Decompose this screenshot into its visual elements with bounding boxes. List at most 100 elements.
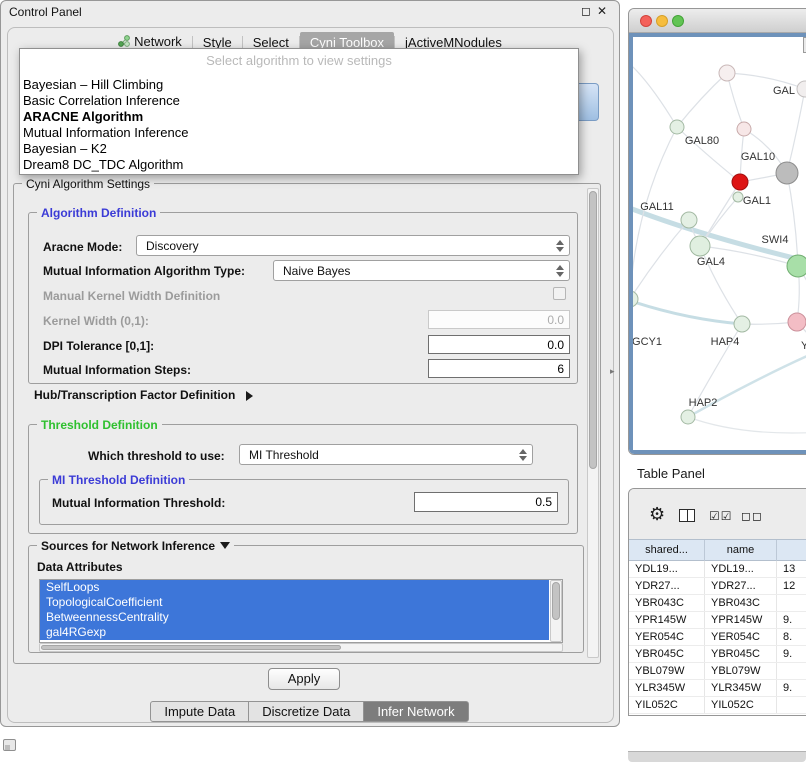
network-edge (727, 73, 744, 129)
attribute-list-item[interactable]: BetweennessCentrality (40, 610, 549, 625)
attribute-list-item[interactable]: TopologicalCoefficient (40, 595, 549, 610)
mi-threshold-input[interactable] (414, 492, 558, 512)
table-row[interactable]: YDR27...YDR27...12 (629, 578, 806, 595)
network-node[interactable] (733, 192, 743, 202)
aracne-mode-combo[interactable]: Discovery (136, 235, 570, 256)
collapsed-arrow-icon (246, 391, 253, 401)
network-node[interactable] (776, 162, 798, 184)
settings-scrollbar[interactable] (587, 188, 599, 658)
network-node-label: GAL1 (743, 195, 771, 207)
network-edge (787, 173, 798, 266)
attribute-list-vscroll-thumb[interactable] (552, 582, 560, 620)
close-icon[interactable]: ✕ (597, 4, 607, 18)
header-cell-shared-name[interactable]: shared... (629, 540, 705, 562)
table-cell: YBR043C (705, 595, 777, 611)
network-node[interactable] (732, 174, 748, 190)
network-canvas[interactable]: GALGAL80GAL10GAL11GAL1SWI4GAL4GCY1HAP4YH… (629, 33, 806, 454)
settings-scrollbar-thumb[interactable] (589, 191, 597, 469)
mi-steps-input[interactable] (428, 359, 570, 378)
network-node[interactable] (737, 122, 751, 136)
network-node-label: GCY1 (633, 336, 662, 348)
network-node[interactable] (787, 255, 806, 277)
attribute-list-hscroll-thumb[interactable] (41, 645, 341, 650)
threshold-group: Threshold Definition Which threshold to … (28, 424, 578, 534)
bottom-tab-infer-network[interactable]: Infer Network (363, 701, 468, 722)
table-row[interactable]: YBR043CYBR043C (629, 595, 806, 612)
combo-arrows-icon (519, 449, 528, 461)
network-node[interactable] (719, 65, 735, 81)
minimized-panel-icon[interactable] (3, 739, 16, 751)
minimized-panel-icon-inner (5, 745, 10, 750)
bottom-tab-impute-data[interactable]: Impute Data (150, 701, 249, 722)
data-attributes-label: Data Attributes (37, 560, 123, 574)
network-node[interactable] (797, 81, 806, 97)
traffic-light-zoom-icon[interactable] (672, 15, 684, 27)
table-cell: YLR345W (629, 680, 705, 696)
network-node[interactable] (788, 313, 806, 331)
attribute-list-item[interactable]: gal4RGexp (40, 625, 549, 640)
table-cell: YBL079W (629, 663, 705, 679)
settings-group: Cyni Algorithm Settings Algorithm Defini… (13, 183, 601, 664)
attribute-list-item[interactable]: SelfLoops (40, 580, 549, 595)
network-node[interactable] (681, 212, 697, 228)
panel-resize-arrow-icon[interactable]: ▸ (610, 367, 615, 377)
table-row[interactable]: YPR145WYPR145W9. (629, 612, 806, 629)
mi-algorithm-label: Mutual Information Algorithm Type: (43, 264, 245, 278)
table-row[interactable]: YER054CYER054C8. (629, 629, 806, 646)
attribute-list-vscrollbar[interactable] (550, 580, 562, 642)
columns-icon[interactable] (679, 509, 695, 522)
algorithm-dropdown-placeholder: Select algorithm to view settings (20, 49, 578, 68)
attribute-list[interactable]: SelfLoopsTopologicalCoefficientBetweenne… (39, 579, 563, 643)
algorithm-option[interactable]: Bayesian – Hill Climbing (20, 77, 578, 93)
combo-arrows-icon (556, 265, 565, 277)
header-cell-value[interactable] (777, 540, 806, 562)
hub-section-toggle[interactable]: Hub/Transcription Factor Definition (34, 388, 253, 404)
gear-icon[interactable]: ⚙ (649, 504, 665, 525)
algorithm-option[interactable]: ARACNE Algorithm (20, 109, 578, 125)
table-row[interactable]: YLR345WYLR345W9. (629, 680, 806, 697)
table-cell: YDL19... (629, 561, 705, 577)
select-all-icon[interactable]: ☑☑ (709, 509, 733, 523)
network-node-label: GAL10 (741, 151, 775, 163)
table-row[interactable]: YIL052CYIL052C (629, 697, 806, 714)
network-node[interactable] (681, 410, 695, 424)
algorithm-list: Bayesian – Hill ClimbingBasic Correlatio… (20, 77, 578, 173)
algorithm-option[interactable]: Basic Correlation Inference (20, 93, 578, 109)
which-threshold-combo[interactable]: MI Threshold (239, 444, 533, 465)
which-threshold-label: Which threshold to use: (88, 449, 225, 463)
sources-group-title[interactable]: Sources for Network Inference (37, 538, 234, 553)
network-node[interactable] (670, 120, 684, 134)
table-cell: YIL052C (629, 697, 705, 713)
table-cell: YBL079W (705, 663, 777, 679)
apply-button[interactable]: Apply (268, 668, 340, 690)
mi-algorithm-combo[interactable]: Naive Bayes (273, 260, 570, 281)
mi-algorithm-value: Naive Bayes (283, 264, 350, 278)
header-cell-name[interactable]: name (705, 540, 777, 562)
bottom-tab-discretize-data[interactable]: Discretize Data (248, 701, 364, 722)
table-cell: YDR27... (705, 578, 777, 594)
table-row[interactable]: YDL19...YDL19...13 (629, 561, 806, 578)
table-cell: 13 (777, 561, 806, 577)
mi-threshold-group: MI Threshold Definition Mutual Informati… (39, 479, 569, 525)
algorithm-option[interactable]: Bayesian – K2 (20, 141, 578, 157)
network-node-label: SWI4 (762, 234, 789, 246)
table-cell: YLR345W (705, 680, 777, 696)
table-row[interactable]: YBL079WYBL079W (629, 663, 806, 680)
network-node[interactable] (734, 316, 750, 332)
table-cell: YIL052C (705, 697, 777, 713)
network-edge (787, 89, 805, 173)
traffic-light-minimize-icon[interactable] (656, 15, 668, 27)
table-cell: YBR043C (629, 595, 705, 611)
deselect-all-icon[interactable]: ◻◻ (741, 509, 763, 523)
algorithm-option[interactable]: Dream8 DC_TDC Algorithm (20, 157, 578, 173)
table-row[interactable]: YBR045CYBR045C9. (629, 646, 806, 663)
minimize-icon[interactable]: ◻ (581, 4, 591, 18)
traffic-light-close-icon[interactable] (640, 15, 652, 27)
algorithm-option[interactable]: Mutual Information Inference (20, 125, 578, 141)
network-node[interactable] (690, 236, 710, 256)
dpi-tolerance-input[interactable] (428, 335, 570, 354)
table-cell: YDL19... (705, 561, 777, 577)
table-body: YDL19...YDL19...13YDR27...YDR27...12YBR0… (629, 561, 806, 715)
attribute-list-hscrollbar[interactable] (39, 643, 563, 652)
network-window-titlebar[interactable] (629, 9, 806, 33)
